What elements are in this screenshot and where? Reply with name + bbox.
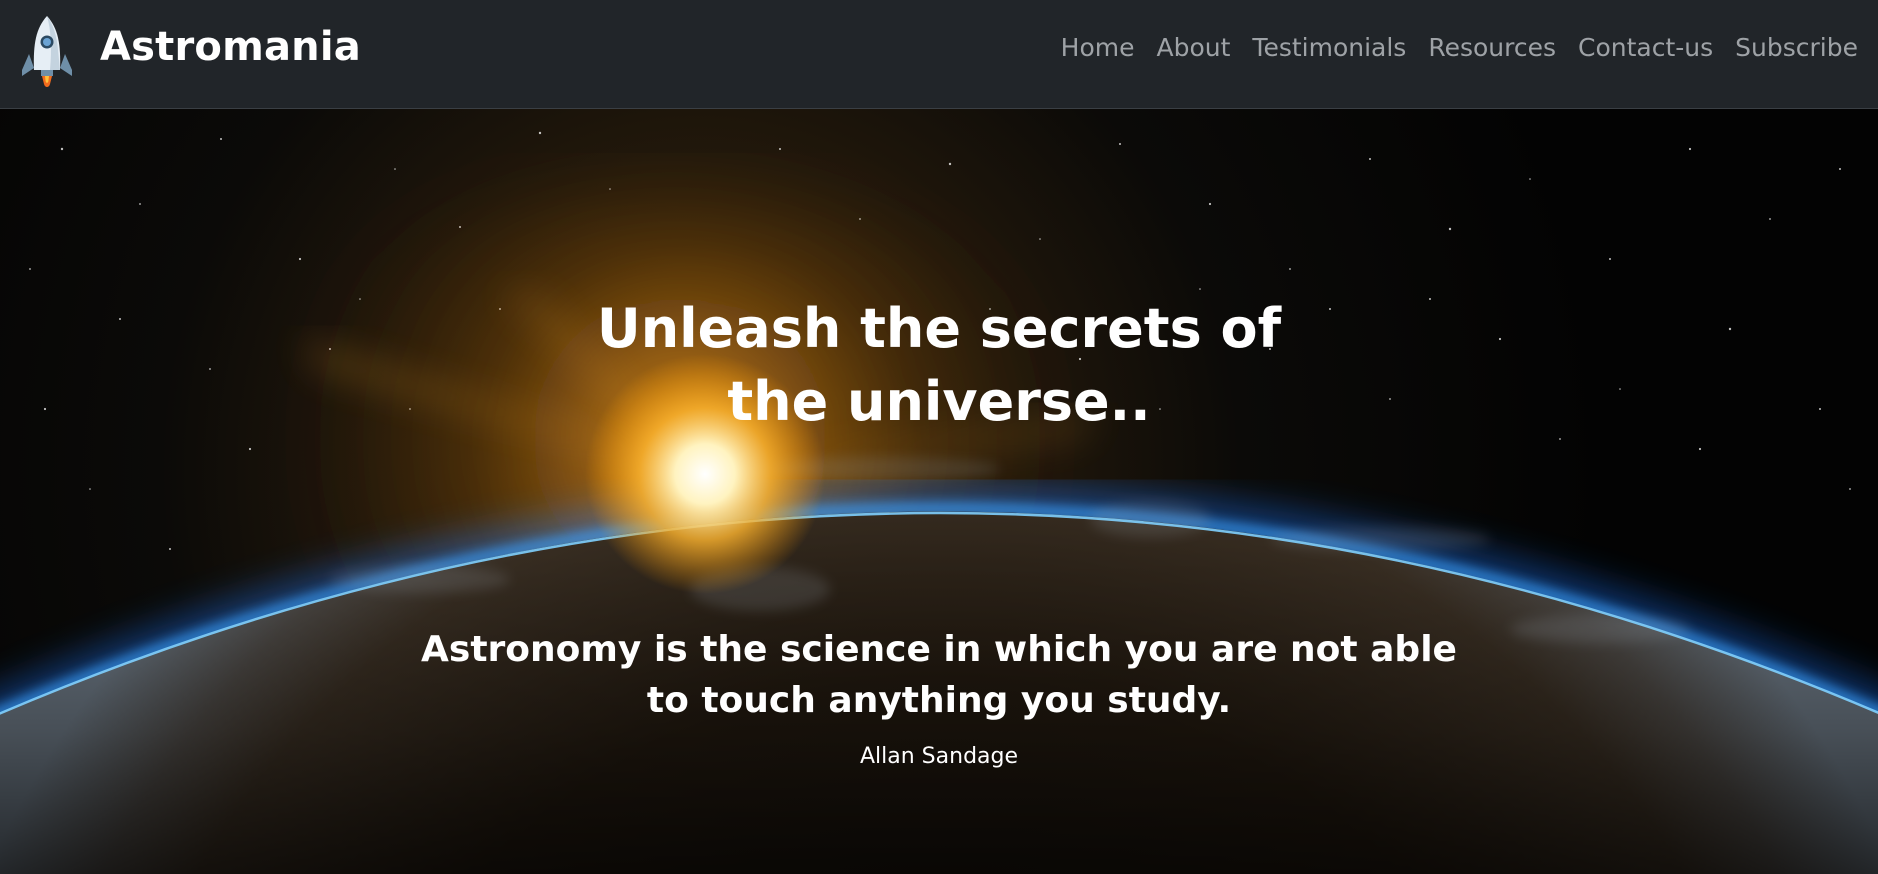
hero-quote: Astronomy is the science in which you ar… xyxy=(0,624,1878,726)
hero-section: Unleash the secrets of the universe.. As… xyxy=(0,109,1878,874)
navbar: Astromania Home About Testimonials Resou… xyxy=(0,0,1878,109)
hero-headline-line-2: the universe.. xyxy=(727,370,1151,433)
hero-headline: Unleash the secrets of the universe.. xyxy=(0,292,1878,438)
brand-link[interactable]: Astromania xyxy=(20,14,361,90)
quote-author: Allan Sandage xyxy=(859,744,1019,769)
nav-links: Home About Testimonials Resources Contac… xyxy=(1061,30,1858,66)
hero-quote-line-1: Astronomy is the science in which you ar… xyxy=(421,629,1457,670)
hero-quote-line-2: to touch anything you study. xyxy=(646,680,1232,721)
nav-link-resources[interactable]: Resources xyxy=(1428,30,1556,66)
nav-link-contact-us[interactable]: Contact-us xyxy=(1578,30,1713,66)
nav-link-about[interactable]: About xyxy=(1157,30,1231,66)
nav-link-subscribe[interactable]: Subscribe xyxy=(1735,30,1858,66)
nav-link-testimonials[interactable]: Testimonials xyxy=(1252,30,1406,66)
hero-headline-line-1: Unleash the secrets of xyxy=(596,297,1282,360)
nav-link-home[interactable]: Home xyxy=(1061,30,1135,66)
brand-name: Astromania xyxy=(100,24,361,70)
rocket-icon xyxy=(22,16,72,87)
